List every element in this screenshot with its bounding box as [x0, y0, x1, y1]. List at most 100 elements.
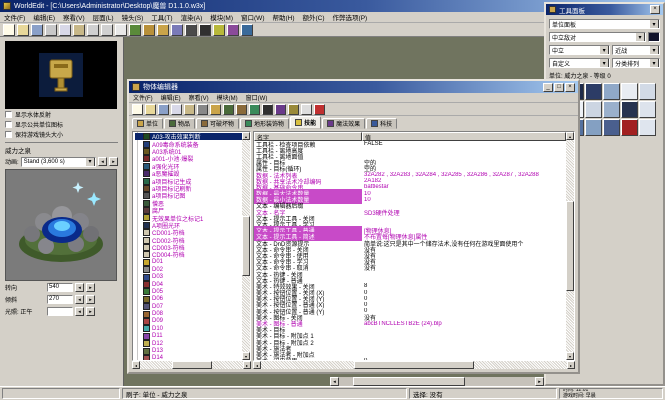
- unit-model-preview[interactable]: [5, 169, 117, 281]
- buffs-tab-icon[interactable]: [275, 104, 286, 115]
- tree-item[interactable]: D10: [135, 325, 242, 332]
- spin-up-button[interactable]: ▸: [86, 295, 95, 304]
- tree-item[interactable]: D07: [135, 303, 242, 310]
- table-row[interactable]: 美术 - 闪电效果 0: [254, 358, 566, 360]
- copy-icon[interactable]: [59, 24, 71, 36]
- menu-item[interactable]: 模块(M): [213, 93, 242, 102]
- menu-item[interactable]: 文件(F): [129, 93, 157, 102]
- unit-button[interactable]: [585, 119, 602, 136]
- palette-type-select[interactable]: 单位面板: [549, 19, 660, 29]
- unit-button[interactable]: [603, 83, 620, 100]
- menu-item[interactable]: 文件(F): [0, 12, 29, 22]
- field-value-input[interactable]: 540: [47, 283, 73, 292]
- new-icon[interactable]: [3, 24, 15, 36]
- tree-item[interactable]: CD004-符档: [135, 251, 242, 258]
- open-icon[interactable]: [17, 24, 29, 36]
- terrain-editor-icon[interactable]: [129, 24, 141, 36]
- menu-item[interactable]: 模块(M): [206, 12, 237, 22]
- scroll-down-icon[interactable]: ▾: [242, 352, 250, 360]
- sound-editor-icon[interactable]: [227, 24, 239, 36]
- close-icon[interactable]: ×: [650, 5, 660, 14]
- menu-item[interactable]: 编辑(E): [157, 93, 185, 102]
- anim-prev-button[interactable]: ◂: [98, 157, 107, 166]
- scroll-up-icon[interactable]: ▴: [242, 132, 250, 140]
- tab[interactable]: 技能: [290, 116, 321, 129]
- menu-item[interactable]: 额外(C): [299, 12, 329, 22]
- paste-icon[interactable]: [184, 104, 195, 115]
- race-select[interactable]: 中立: [549, 45, 610, 55]
- menu-item[interactable]: 编辑(E): [29, 12, 59, 22]
- unit-button[interactable]: [603, 119, 620, 136]
- tree-item[interactable]: D13: [135, 347, 242, 354]
- checkbox[interactable]: [5, 111, 12, 118]
- scroll-up-icon[interactable]: ▴: [566, 132, 574, 140]
- scroll-right-icon[interactable]: ▸: [535, 377, 544, 386]
- tree-item[interactable]: D06: [135, 296, 242, 303]
- tree-vscrollbar[interactable]: ▴ ▾: [242, 132, 250, 360]
- tab[interactable]: 魔法效果: [322, 118, 365, 129]
- unit-button[interactable]: [585, 83, 602, 100]
- field-value-input[interactable]: 270: [47, 295, 73, 304]
- save-icon[interactable]: [158, 104, 169, 115]
- tab[interactable]: 可破坏物: [196, 118, 239, 129]
- open-icon[interactable]: [145, 104, 156, 115]
- redo-icon[interactable]: [101, 24, 113, 36]
- spin-down-button[interactable]: ◂: [75, 283, 84, 292]
- table-vscrollbar[interactable]: ▴ ▾: [566, 132, 574, 360]
- unit-button[interactable]: [621, 101, 638, 118]
- checkbox[interactable]: [5, 121, 12, 128]
- new-icon[interactable]: [132, 104, 143, 115]
- menu-item[interactable]: 渲染(A): [177, 12, 207, 22]
- cut-icon[interactable]: [45, 24, 57, 36]
- spin-down-button[interactable]: ◂: [75, 307, 84, 316]
- save-icon[interactable]: [31, 24, 43, 36]
- tree-item[interactable]: D02: [135, 266, 242, 273]
- spin-up-button[interactable]: ▸: [86, 307, 95, 316]
- scrollbar-thumb[interactable]: [172, 361, 212, 369]
- items-tab-icon[interactable]: [223, 104, 234, 115]
- anim-next-button[interactable]: ▸: [109, 157, 118, 166]
- paste-icon[interactable]: [73, 24, 85, 36]
- melee-select[interactable]: 近战: [612, 45, 660, 55]
- tab[interactable]: 科技: [366, 118, 397, 129]
- find-icon[interactable]: [301, 104, 312, 115]
- unit-button[interactable]: [585, 101, 602, 118]
- name-column-header[interactable]: 名字: [254, 132, 362, 141]
- undo-icon[interactable]: [87, 24, 99, 36]
- help-icon[interactable]: [314, 104, 325, 115]
- player-select[interactable]: 中立敌对: [549, 32, 646, 42]
- units-tab-icon[interactable]: [210, 104, 221, 115]
- import-manager-icon[interactable]: [241, 24, 253, 36]
- tree-item[interactable]: D01: [135, 259, 242, 266]
- unit-palette-icon[interactable]: [157, 24, 169, 36]
- scrollbar-thumb[interactable]: [353, 377, 465, 386]
- menu-item[interactable]: 窗口(W): [237, 12, 268, 22]
- unit-button[interactable]: [621, 119, 638, 136]
- camera-palette-icon[interactable]: [185, 24, 197, 36]
- unit-button[interactable]: [639, 83, 656, 100]
- menu-item[interactable]: 作弊选项(P): [329, 12, 372, 22]
- display-values-icon[interactable]: [197, 104, 208, 115]
- spin-down-button[interactable]: ◂: [75, 295, 84, 304]
- tab[interactable]: 地形装饰物: [240, 118, 289, 129]
- scrollbar-thumb[interactable]: [566, 201, 574, 291]
- unit-button[interactable]: [639, 119, 656, 136]
- tree-item[interactable]: D11: [135, 333, 242, 340]
- scrollbar-thumb[interactable]: [354, 361, 474, 369]
- tree-item[interactable]: D05: [135, 288, 242, 295]
- trigger-editor-icon[interactable]: [213, 24, 225, 36]
- tree-hscrollbar[interactable]: ◂ ▸: [132, 361, 251, 369]
- upgrades-tab-icon[interactable]: [288, 104, 299, 115]
- checkbox[interactable]: [5, 131, 12, 138]
- doodads-tab-icon[interactable]: [249, 104, 260, 115]
- region-palette-icon[interactable]: [171, 24, 183, 36]
- sort-select[interactable]: 分类排列: [612, 58, 660, 68]
- menu-item[interactable]: 察看(V): [185, 93, 213, 102]
- player-color-swatch[interactable]: [648, 32, 660, 42]
- menu-item[interactable]: 察看(V): [59, 12, 89, 22]
- doodad-palette-icon[interactable]: [143, 24, 155, 36]
- maximize-icon[interactable]: □: [554, 83, 564, 92]
- scroll-right-icon[interactable]: ▸: [567, 361, 575, 369]
- menu-item[interactable]: 层面(L): [89, 12, 118, 22]
- destructibles-tab-icon[interactable]: [236, 104, 247, 115]
